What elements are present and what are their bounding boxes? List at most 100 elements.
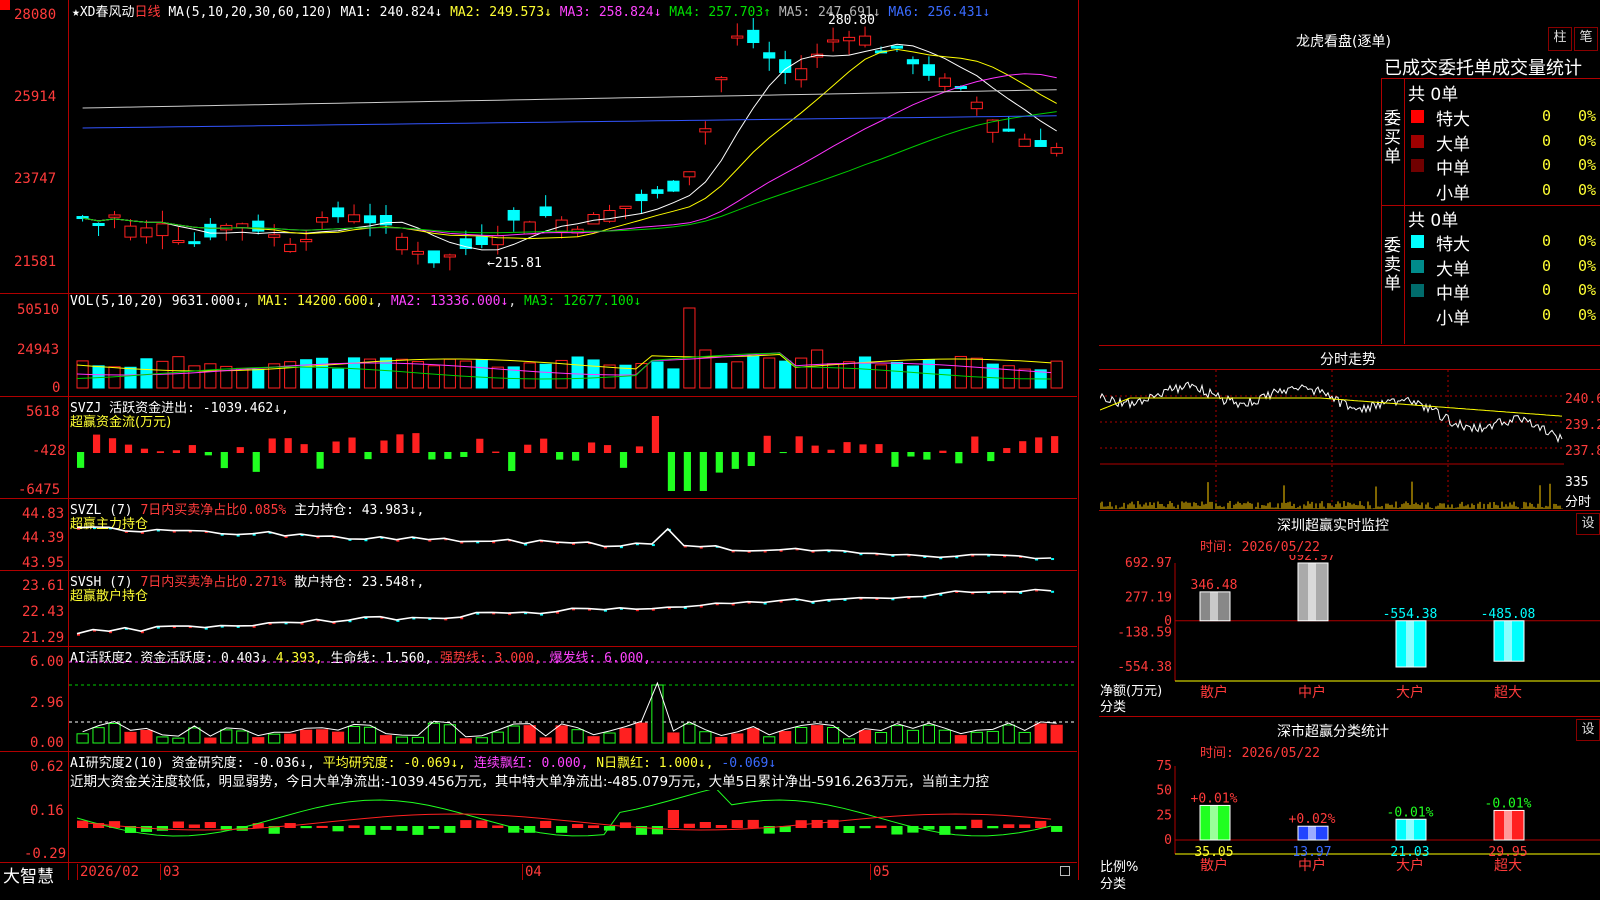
date-tick: 03 xyxy=(160,864,180,880)
flow-bar xyxy=(619,452,628,468)
divider xyxy=(1381,78,1600,79)
activity-bar xyxy=(763,736,776,744)
order-stat-row: 小单 0 0% xyxy=(1408,304,1600,329)
color-swatch xyxy=(1411,159,1424,172)
activity-bar xyxy=(379,735,393,744)
flow-bar xyxy=(220,452,228,469)
flow-bar xyxy=(1035,437,1043,453)
volume-bar xyxy=(236,367,249,389)
activity-bar xyxy=(140,729,153,744)
candle-body xyxy=(827,39,840,43)
intraday-title: 分时走势 xyxy=(1320,352,1376,368)
divider xyxy=(1099,716,1600,717)
flow-bar xyxy=(699,452,707,491)
research-bar xyxy=(987,826,999,829)
research-comment: 近期大资金关注度较低，明显弱势，今日大单净流出:-1039.456万元，其中特大… xyxy=(70,774,989,790)
intraday-chart[interactable] xyxy=(1100,370,1564,509)
bar-percent-label: 35.05 xyxy=(1194,845,1233,860)
activity-bar xyxy=(986,730,999,744)
volume-bar xyxy=(475,359,488,389)
classify-settings-button[interactable]: 设 xyxy=(1576,719,1600,741)
main-holding-chart[interactable] xyxy=(69,500,1075,569)
volume-bar xyxy=(571,356,584,389)
candle-body xyxy=(395,236,409,251)
research-bar xyxy=(412,826,424,835)
ai-y-tick: 0.00 xyxy=(30,735,64,751)
candle-body xyxy=(411,250,425,255)
divider xyxy=(1099,510,1600,511)
candle-body xyxy=(715,77,728,81)
fund-flow-chart[interactable] xyxy=(69,398,1075,497)
monitor-bar-chart[interactable]: 692.97277.190-138.59-554.38346.48散户692.9… xyxy=(1100,555,1600,715)
candle-body xyxy=(507,209,520,221)
candle-body xyxy=(699,128,712,133)
category-label: 大户 xyxy=(1396,684,1424,701)
ai-activity-chart[interactable] xyxy=(69,648,1075,750)
ma-line xyxy=(82,111,1057,234)
retail-holding-chart[interactable] xyxy=(69,572,1075,645)
candle-body xyxy=(731,35,744,39)
research-chart[interactable] xyxy=(69,790,1075,861)
classify-bar-chart[interactable]: 7550250+0.01%散户+0.02%中户-0.01%大户-0.01%超大3… xyxy=(1100,758,1600,900)
flow-bar xyxy=(651,416,660,453)
candle-body xyxy=(603,210,616,222)
candle-body xyxy=(284,243,297,253)
flow-bar xyxy=(412,433,420,453)
brand-logo: 大智慧 xyxy=(3,867,54,887)
activity-bar xyxy=(1050,724,1063,744)
candle-body xyxy=(795,68,808,81)
research-bar xyxy=(715,825,727,828)
bar-y-tick: 692.97 xyxy=(1125,556,1172,571)
activity-bar xyxy=(252,737,265,744)
order-count: 0 xyxy=(1542,180,1552,199)
flow-bar xyxy=(987,452,995,462)
research-bar xyxy=(1003,824,1015,828)
volume-bar xyxy=(874,364,888,389)
intraday-vol-tick: 335 xyxy=(1565,475,1589,490)
flow-bar xyxy=(284,438,292,453)
activity-bar xyxy=(858,730,872,744)
volume-chart[interactable] xyxy=(69,307,1075,395)
volume-bar xyxy=(523,362,536,389)
candlestick-chart[interactable] xyxy=(69,18,1075,290)
activity-bar xyxy=(587,736,600,744)
lock-icon[interactable] xyxy=(1060,866,1070,876)
order-stat-row: 特大 0 0% xyxy=(1408,105,1600,130)
research-y-tick: 0.16 xyxy=(30,803,64,819)
research-bar xyxy=(556,826,568,833)
research-bar xyxy=(1051,826,1063,832)
candle-body xyxy=(363,215,377,224)
bar-value-label: -0.01% xyxy=(1485,796,1532,811)
flow-bar xyxy=(715,452,723,473)
research-bar xyxy=(667,810,680,828)
activity-bar xyxy=(842,738,856,744)
candle-body xyxy=(747,29,760,43)
candle-body xyxy=(140,227,153,238)
dragon-title: 龙虎看盘(逐单) xyxy=(1296,34,1391,50)
bar-highlight xyxy=(1308,563,1316,621)
bar-value-label: -485.08 xyxy=(1481,607,1536,622)
activity-bar xyxy=(395,736,409,744)
category-label: 散户 xyxy=(1200,684,1228,701)
candle-body xyxy=(331,207,345,218)
vol-y-tick: 0 xyxy=(52,380,61,396)
divider xyxy=(1404,78,1405,344)
activity-bar xyxy=(124,731,137,744)
monitor-settings-button[interactable]: 设 xyxy=(1576,513,1600,535)
activity-bar xyxy=(220,729,233,744)
color-swatch xyxy=(1411,284,1424,297)
activity-bar xyxy=(443,724,456,744)
activity-bar xyxy=(715,736,728,744)
svzj-y-tick: -6475 xyxy=(18,482,61,498)
volume-bar xyxy=(906,365,920,389)
bar-mode-button[interactable]: 柱 xyxy=(1548,27,1572,51)
bar-y-tick: 50 xyxy=(1156,784,1172,799)
volume-bar xyxy=(252,368,265,389)
bar-y-tick: 277.19 xyxy=(1125,591,1172,606)
volume-bar xyxy=(124,366,137,389)
tick-mode-button[interactable]: 笔 xyxy=(1574,27,1598,51)
flow-bar xyxy=(108,438,117,453)
research-bar xyxy=(476,820,488,828)
order-count: 0 xyxy=(1542,232,1552,250)
category-label: 超大 xyxy=(1494,685,1522,701)
